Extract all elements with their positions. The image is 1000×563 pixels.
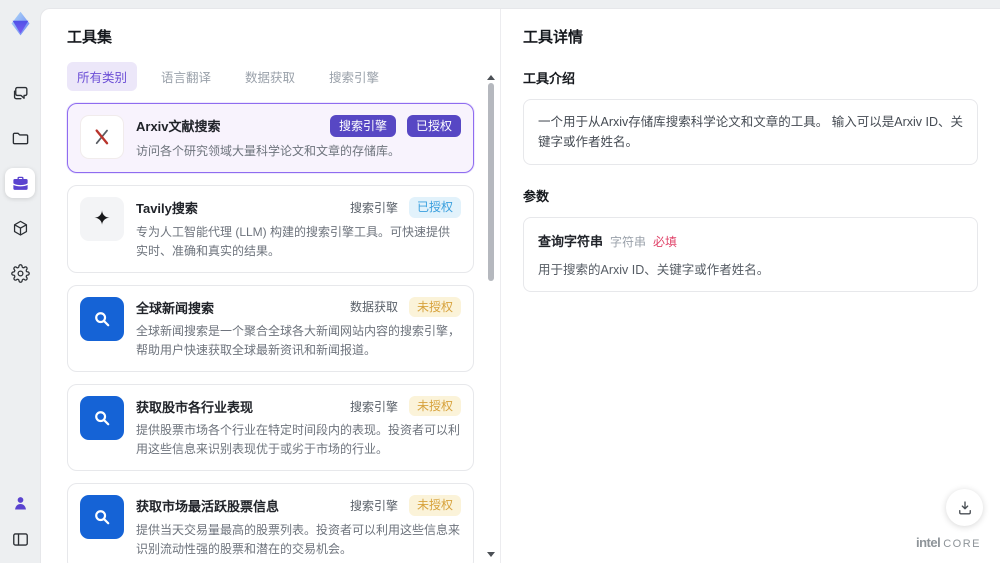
sidebar-item-settings[interactable] — [5, 258, 35, 288]
tool-card-list: Arxiv文献搜索 搜索引擎 已授权 访问各个研究领域大量科学论文和文章的存储库… — [67, 103, 474, 563]
tool-description: 专为人工智能代理 (LLM) 构建的搜索引擎工具。可快速提供实时、准确和真实的结… — [136, 224, 451, 258]
intro-heading: 工具介绍 — [523, 71, 576, 86]
tool-card-active-stocks[interactable]: 获取市场最活跃股票信息 搜索引擎 未授权 提供当天交易量最高的股票列表。投资者可… — [67, 483, 474, 563]
tool-card-tavily[interactable]: ✦ Tavily搜索 搜索引擎 已授权 专为人工智能代理 (LLM) 构建的搜索… — [67, 185, 474, 273]
parameter-card: 查询字符串 字符串 必填 用于搜索的Arxiv ID、关键字或作者姓名。 — [523, 217, 978, 292]
rail-nav — [5, 78, 35, 288]
intel-core-logo: intel CORE — [916, 535, 981, 550]
status-badge: 未授权 — [408, 495, 461, 516]
app-root: 工具集 所有类别 语言翻译 数据获取 搜索引擎 Arxiv文献搜索 搜索引擎 已… — [0, 0, 1000, 563]
tool-detail-panel: 工具详情 工具介绍 一个用于从Arxiv存储库搜索科学论文和文章的工具。 输入可… — [501, 9, 1000, 563]
app-logo-icon — [5, 8, 35, 38]
rail-bottom — [6, 489, 34, 553]
category-label: 搜索引擎 — [349, 399, 398, 414]
tab-search-engine[interactable]: 搜索引擎 — [319, 62, 389, 91]
sparkle-icon: ✦ — [80, 197, 124, 242]
tool-card-global-news[interactable]: 全球新闻搜索 数据获取 未授权 全球新闻搜索是一个聚合全球各大新闻网站内容的搜索… — [67, 284, 474, 372]
tab-language-translation[interactable]: 语言翻译 — [151, 62, 221, 91]
detail-panel-title: 工具详情 — [523, 29, 584, 46]
scroll-down-arrow-icon[interactable] — [487, 552, 495, 557]
folder-icon — [11, 129, 30, 148]
intel-brand-text: intel — [915, 535, 941, 550]
tool-title: 获取股市各行业表现 — [136, 399, 254, 415]
tool-title: 获取市场最活跃股票信息 — [136, 499, 280, 515]
sidebar-item-tools[interactable] — [5, 168, 35, 198]
sidebar-item-models[interactable] — [5, 213, 35, 243]
category-badge: 搜索引擎 — [329, 115, 396, 138]
sidebar-item-collapse[interactable] — [6, 525, 34, 553]
tool-card-sector-performance[interactable]: 获取股市各行业表现 搜索引擎 未授权 提供股票市场各个行业在特定时间段内的表现。… — [67, 383, 474, 472]
arxiv-x-icon — [80, 115, 124, 159]
params-heading: 参数 — [523, 189, 550, 204]
tools-list-scrollbar[interactable] — [485, 75, 497, 557]
category-label: 数据获取 — [349, 300, 398, 315]
tool-intro-text: 一个用于从Arxiv存储库搜索科学论文和文章的工具。 输入可以是Arxiv ID… — [523, 99, 978, 165]
param-description: 用于搜索的Arxiv ID、关键字或作者姓名。 — [538, 263, 770, 277]
panel-icon — [11, 530, 30, 549]
category-tabs: 所有类别 语言翻译 数据获取 搜索引擎 — [67, 62, 474, 91]
scroll-up-arrow-icon[interactable] — [487, 75, 495, 80]
chat-icon — [11, 84, 30, 103]
tool-description: 全球新闻搜索是一个聚合全球各大新闻网站内容的搜索引擎，帮助用户快速获取全球最新资… — [136, 324, 461, 357]
download-icon — [956, 499, 974, 517]
param-required-badge: 必填 — [653, 235, 678, 249]
intel-product-text: CORE — [943, 538, 981, 550]
tools-panel-title: 工具集 — [67, 29, 113, 46]
magnifier-icon — [80, 495, 124, 540]
magnifier-icon — [80, 395, 124, 440]
tool-title: Arxiv文献搜索 — [136, 119, 221, 134]
gear-icon — [10, 263, 30, 283]
param-name: 查询字符串 — [538, 234, 604, 249]
tool-title: 全球新闻搜索 — [136, 300, 215, 316]
tool-description: 提供当天交易量最高的股票列表。投资者可以利用这些信息来识别流动性强的股票和潜在的… — [136, 522, 461, 556]
tool-card-arxiv[interactable]: Arxiv文献搜索 搜索引擎 已授权 访问各个研究领域大量科学论文和文章的存储库… — [67, 103, 474, 174]
sidebar-item-account[interactable] — [6, 489, 34, 517]
tools-panel: 工具集 所有类别 语言翻译 数据获取 搜索引擎 Arxiv文献搜索 搜索引擎 已… — [41, 9, 500, 563]
tool-title: Tavily搜索 — [136, 201, 198, 217]
download-button[interactable] — [946, 489, 983, 526]
status-badge: 未授权 — [408, 395, 461, 417]
category-label: 搜索引擎 — [349, 498, 398, 513]
sidebar-item-files[interactable] — [5, 123, 35, 153]
sidebar-item-chat[interactable] — [5, 78, 35, 108]
tool-description: 访问各个研究领域大量科学论文和文章的存储库。 — [136, 144, 401, 159]
magnifier-icon — [80, 296, 124, 341]
status-badge: 未授权 — [408, 296, 461, 318]
scrollbar-thumb[interactable] — [488, 83, 494, 281]
tab-data-fetch[interactable]: 数据获取 — [235, 62, 305, 91]
briefcase-icon — [11, 174, 30, 193]
user-icon — [11, 494, 30, 513]
tool-description: 提供股票市场各个行业在特定时间段内的表现。投资者可以利用这些信息来识别表现优于或… — [136, 423, 461, 457]
main-surface: 工具集 所有类别 语言翻译 数据获取 搜索引擎 Arxiv文献搜索 搜索引擎 已… — [40, 8, 1000, 563]
tab-all-categories[interactable]: 所有类别 — [67, 62, 138, 91]
status-badge: 已授权 — [408, 197, 461, 218]
status-badge: 已授权 — [406, 115, 461, 138]
left-rail — [0, 0, 40, 563]
cube-icon — [11, 219, 30, 238]
param-type: 字符串 — [610, 235, 647, 249]
category-label: 搜索引擎 — [349, 201, 398, 216]
